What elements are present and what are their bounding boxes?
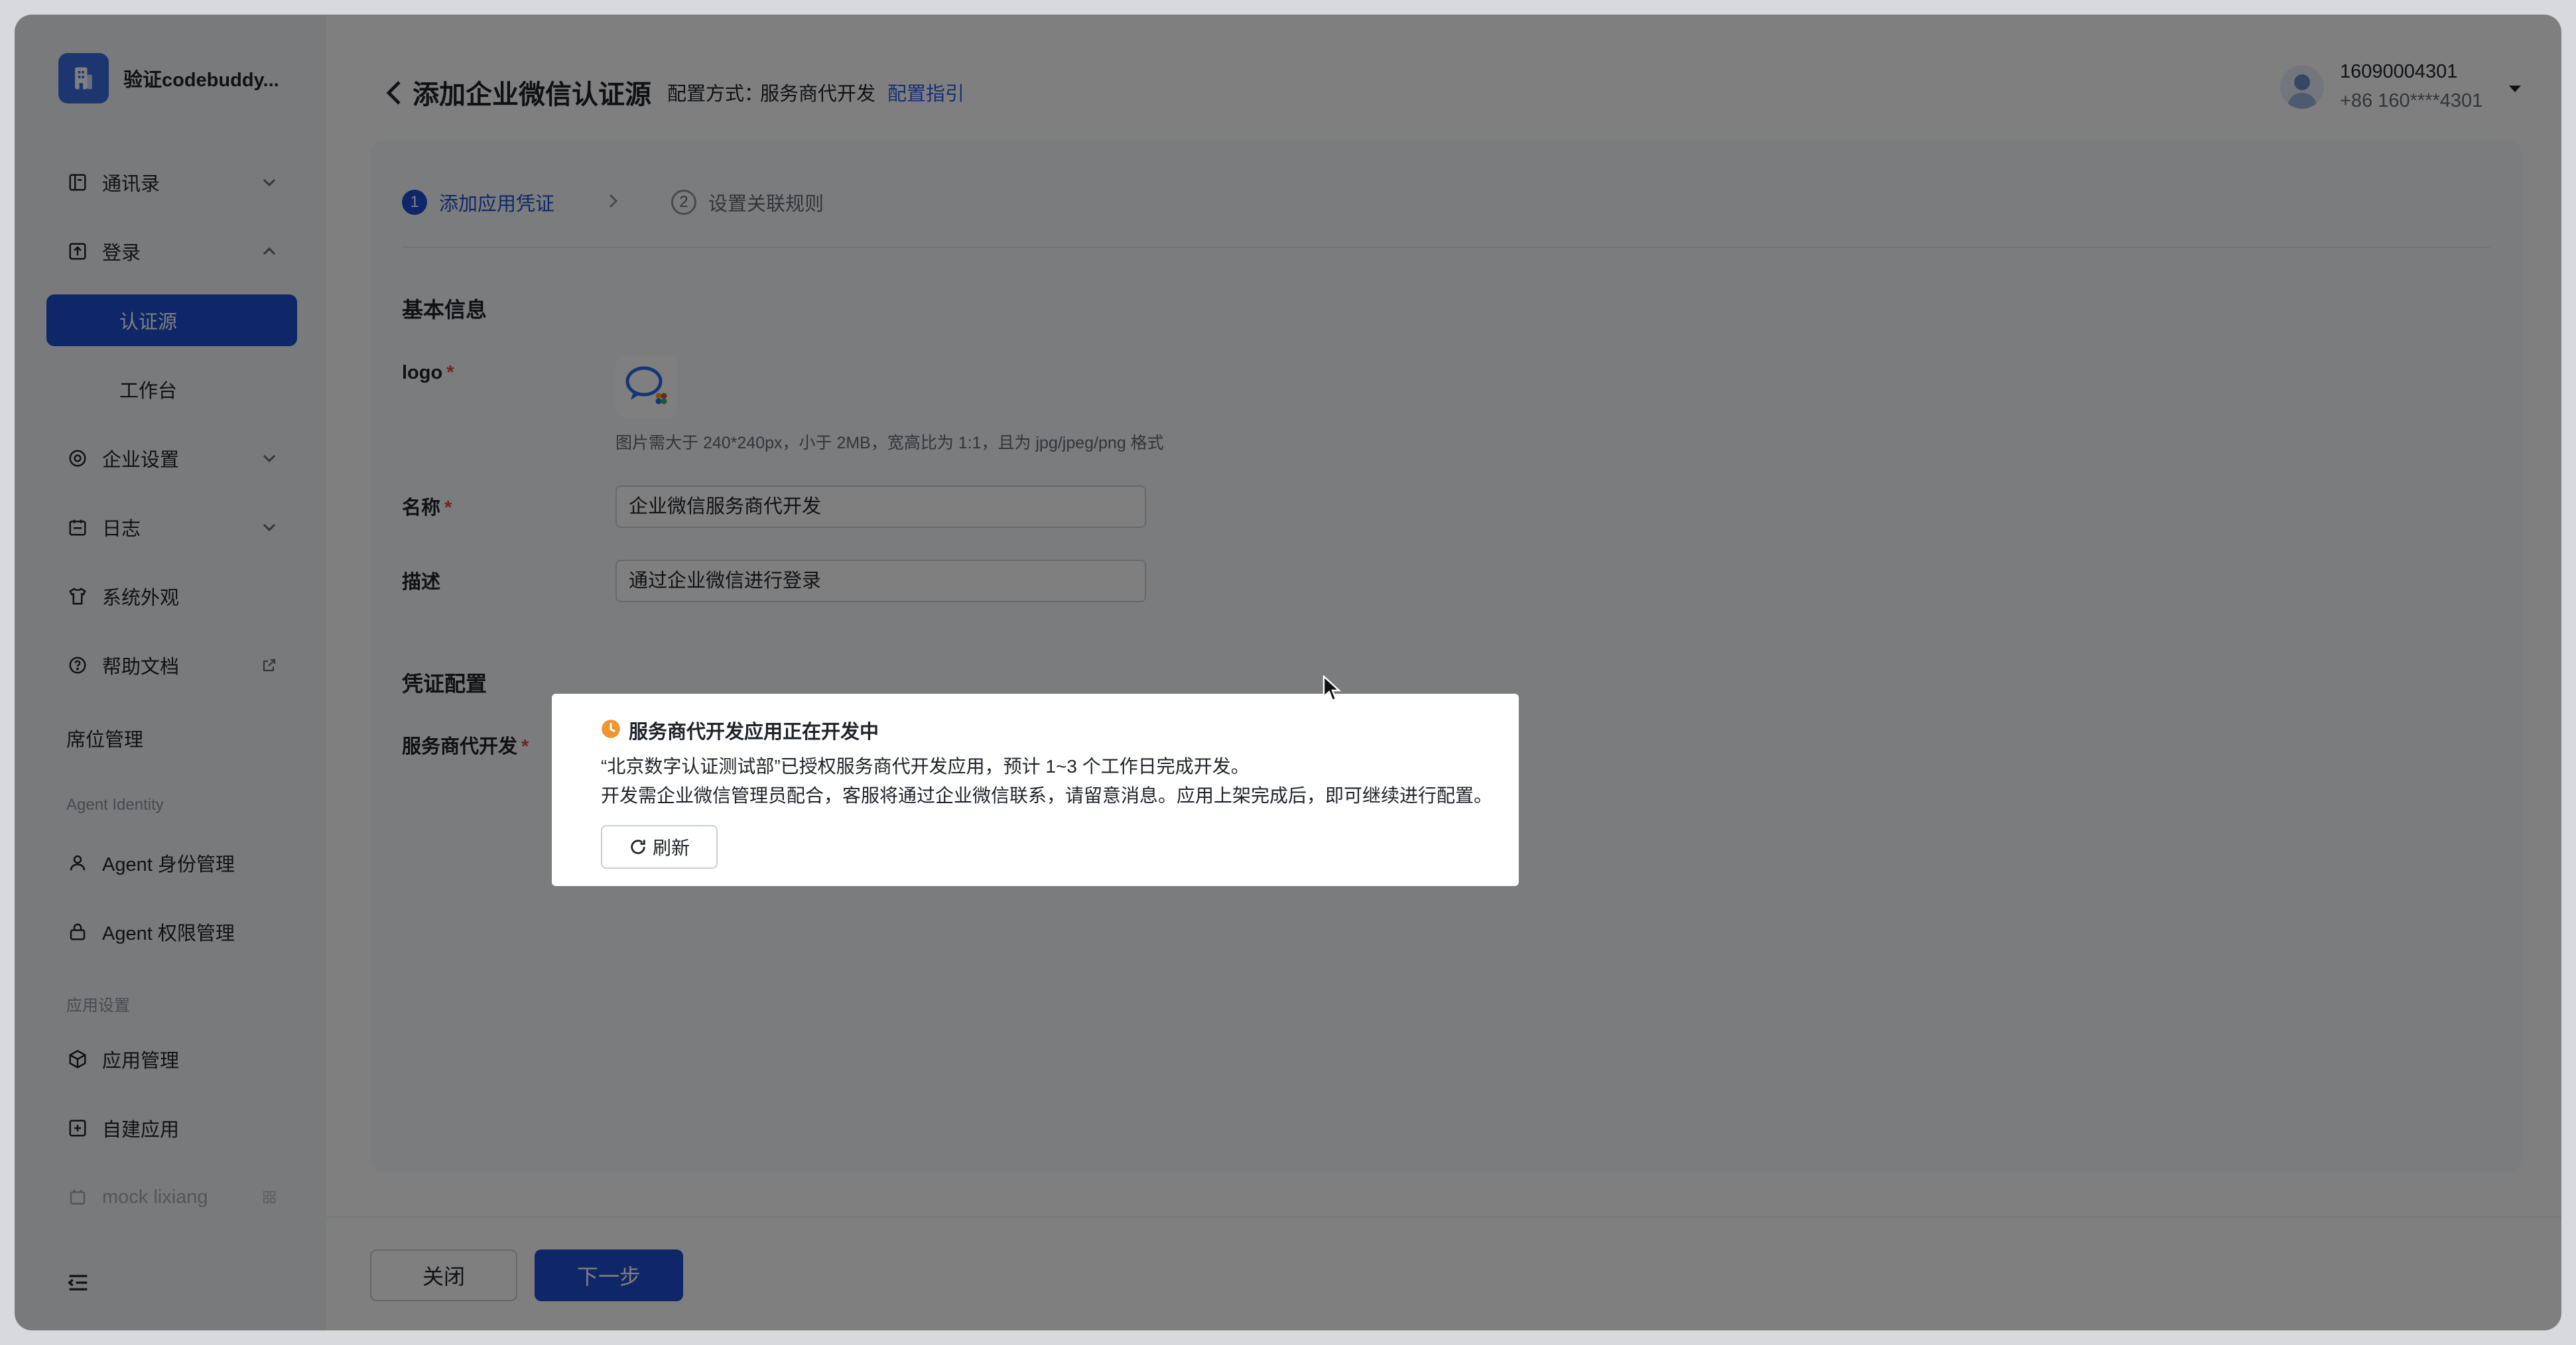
refresh-button-label: 刷新: [652, 838, 690, 858]
modal-message-line-1: “北京数字认证测试部”已授权服务商代开发应用，预计 1~3 个工作日完成开发。: [601, 756, 1250, 777]
modal-title: 服务商代开发应用正在开发中: [629, 722, 879, 743]
refresh-button[interactable]: 刷新: [601, 825, 718, 869]
development-status-modal: 服务商代开发应用正在开发中 “北京数字认证测试部”已授权服务商代开发应用，预计 …: [552, 694, 1519, 886]
modal-overlay: [15, 15, 2561, 1330]
mouse-cursor-icon: [1322, 674, 1342, 703]
clock-pending-icon: [601, 719, 621, 739]
app-window: 验证codebuddy... 通讯录 登录: [15, 15, 2561, 1330]
refresh-icon: [631, 840, 645, 854]
modal-message-line-2: 开发需企业微信管理员配合，客服将通过企业微信联系，请留意消息。应用上架完成后，即…: [601, 785, 1493, 806]
